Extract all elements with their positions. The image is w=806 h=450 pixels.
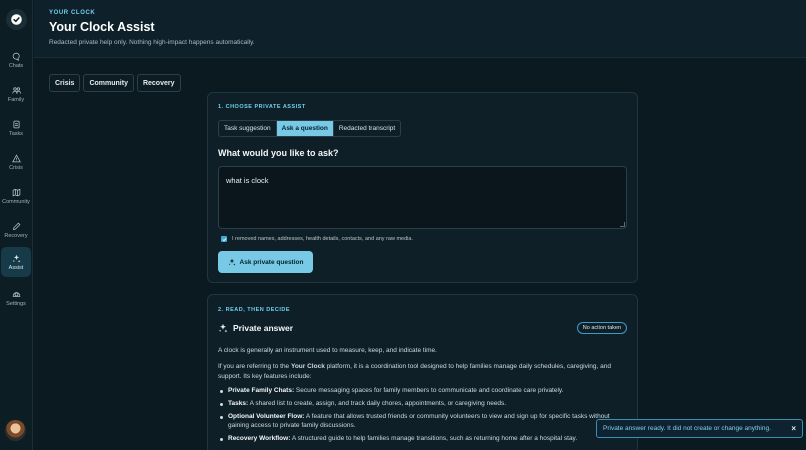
sidebar-item-label: Chats bbox=[8, 62, 24, 69]
ask-button-label: Ask private question bbox=[239, 258, 304, 266]
sidebar-item-label: Family bbox=[7, 96, 25, 103]
toast-notification: Private answer ready. It did not create … bbox=[596, 419, 803, 438]
sidebar-item-community[interactable]: Community bbox=[1, 181, 31, 211]
card-eyebrow: 2. READ, THEN DECIDE bbox=[218, 307, 291, 313]
page-subtitle: Redacted private help only. Nothing high… bbox=[49, 39, 255, 46]
warning-icon bbox=[11, 153, 21, 162]
tab-recovery[interactable]: Recovery bbox=[136, 74, 181, 92]
tasks-icon bbox=[13, 120, 19, 128]
sidebar: Chats Family Tasks Crisis Community Reco… bbox=[0, 0, 33, 450]
redaction-confirm-row: I removed names, addresses, health detai… bbox=[221, 236, 413, 242]
mode-redacted-transcript[interactable]: Redacted transcript bbox=[334, 121, 400, 136]
toast-message: Private answer ready. It did not create … bbox=[603, 425, 771, 432]
feature-text: A structured guide to help families mana… bbox=[290, 434, 578, 442]
question-label: What would you like to ask? bbox=[218, 148, 339, 158]
choose-assist-card: 1. CHOOSE PRIVATE ASSIST Task suggestion… bbox=[207, 92, 638, 283]
family-icon bbox=[11, 86, 21, 94]
redaction-checkbox[interactable] bbox=[221, 236, 227, 242]
card-eyebrow: 1. CHOOSE PRIVATE ASSIST bbox=[218, 104, 306, 110]
feature-title: Recovery Workflow: bbox=[228, 434, 291, 442]
sidebar-item-settings[interactable]: Settings bbox=[1, 283, 31, 313]
feature-text: A shared list to create, assign, and tra… bbox=[248, 400, 507, 407]
page-title: Your Clock Assist bbox=[49, 20, 155, 34]
list-item: Recovery Workflow: A structured guide to… bbox=[220, 434, 628, 444]
question-input[interactable]: what is clock bbox=[218, 166, 627, 229]
sparkle-icon bbox=[218, 323, 228, 333]
sidebar-item-label: Crisis bbox=[9, 164, 23, 171]
header-eyebrow: YOUR CLOCK bbox=[49, 10, 96, 16]
top-tabs: Crisis Community Recovery bbox=[49, 74, 181, 92]
close-icon[interactable]: × bbox=[791, 424, 796, 433]
sidebar-item-label: Recovery bbox=[4, 232, 28, 239]
sidebar-item-label: Tasks bbox=[8, 130, 24, 137]
sidebar-item-label: Settings bbox=[6, 300, 26, 307]
list-item: Private Family Chats: Secure messaging s… bbox=[220, 387, 628, 396]
feature-text: Secure messaging spaces for family membe… bbox=[294, 387, 564, 394]
feature-title: Optional Volunteer Flow: bbox=[228, 413, 305, 420]
sidebar-item-recovery[interactable]: Recovery bbox=[1, 215, 31, 245]
feature-list: Private Family Chats: Secure messaging s… bbox=[220, 387, 628, 448]
list-item: Optional Volunteer Flow: A feature that … bbox=[220, 413, 628, 430]
answer-title: Private answer bbox=[233, 323, 294, 333]
clock-logo-icon[interactable] bbox=[6, 9, 27, 30]
answer-header: Private answer bbox=[218, 323, 293, 333]
map-icon bbox=[12, 188, 20, 196]
assist-mode-selector: Task suggestion Ask a question Redacted … bbox=[218, 120, 402, 137]
pencil-icon bbox=[12, 222, 20, 230]
tab-crisis[interactable]: Crisis bbox=[49, 74, 81, 92]
list-item: Tasks: A shared list to create, assign, … bbox=[220, 400, 628, 409]
resize-handle-icon[interactable] bbox=[620, 222, 625, 227]
redaction-checkbox-label: I removed names, addresses, health detai… bbox=[232, 236, 413, 242]
status-badge: No action taken bbox=[576, 322, 627, 334]
settings-icon bbox=[12, 291, 20, 297]
feature-title: Tasks: bbox=[228, 400, 249, 407]
sparkle-icon bbox=[228, 258, 235, 266]
sidebar-item-label: Community bbox=[2, 198, 30, 205]
checkmark-icon bbox=[222, 237, 226, 241]
sidebar-item-label: Assist bbox=[8, 264, 24, 271]
answer-text: If you are referring to the bbox=[218, 363, 291, 370]
feature-title: Private Family Chats: bbox=[228, 387, 295, 394]
sidebar-item-chats[interactable]: Chats bbox=[1, 45, 31, 75]
sparkle-icon bbox=[12, 254, 20, 263]
sidebar-item-family[interactable]: Family bbox=[1, 79, 31, 109]
answer-bold-text: Your Clock bbox=[290, 363, 325, 370]
tab-community[interactable]: Community bbox=[83, 74, 134, 92]
page-header: YOUR CLOCK Your Clock Assist Redacted pr… bbox=[34, 0, 806, 58]
mode-task-suggestion[interactable]: Task suggestion bbox=[219, 121, 277, 136]
answer-paragraph: A clock is generally an instrument used … bbox=[218, 347, 437, 354]
sidebar-item-tasks[interactable]: Tasks bbox=[1, 113, 31, 143]
answer-paragraph: If you are referring to the Your Clock p… bbox=[218, 362, 628, 381]
mode-ask-question[interactable]: Ask a question bbox=[276, 121, 334, 136]
question-input-value: what is clock bbox=[226, 176, 269, 185]
sidebar-item-assist[interactable]: Assist bbox=[1, 247, 31, 277]
answer-card: 2. READ, THEN DECIDE Private answer No a… bbox=[207, 294, 638, 450]
avatar[interactable] bbox=[5, 420, 26, 441]
sidebar-item-crisis[interactable]: Crisis bbox=[1, 147, 31, 177]
chat-icon bbox=[12, 52, 20, 61]
ask-private-question-button[interactable]: Ask private question bbox=[218, 251, 313, 273]
